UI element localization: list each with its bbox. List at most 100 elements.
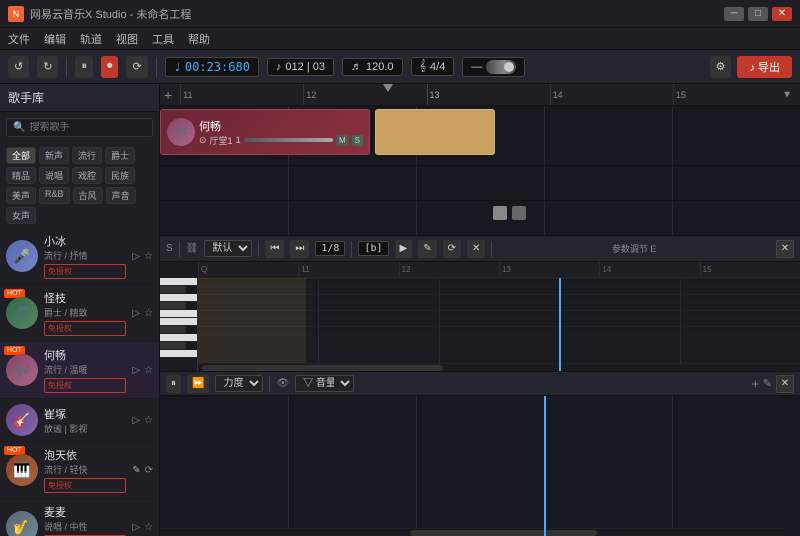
star-icon-4[interactable]: ☆	[144, 415, 153, 426]
filter-pop[interactable]: 流行	[72, 147, 102, 164]
play-icon-2[interactable]: ▷	[132, 308, 140, 319]
menu-edit[interactable]: 编辑	[44, 31, 66, 47]
bottom-close-btn[interactable]: ✕	[776, 375, 794, 393]
search-input[interactable]	[29, 122, 146, 133]
piano-play-button[interactable]: ▶	[395, 240, 413, 258]
filter-quality[interactable]: 精品	[6, 167, 36, 184]
piano-key-10[interactable]	[160, 350, 197, 358]
filter-ancient[interactable]: 古风	[73, 187, 103, 204]
export-button[interactable]: ♪ 导出	[737, 56, 792, 78]
piano-key-2[interactable]	[160, 286, 186, 294]
star-icon-3[interactable]: ☆	[144, 365, 153, 376]
piano-prev-button[interactable]: ⏮	[265, 240, 284, 258]
play-icon[interactable]: ▷	[132, 251, 140, 262]
menu-file[interactable]: 文件	[8, 31, 30, 47]
bottom-content	[160, 396, 800, 536]
filter-classical[interactable]: 美声	[6, 187, 36, 204]
track-badge-s[interactable]: S	[352, 135, 363, 146]
pause-button[interactable]: ⏸	[75, 56, 93, 78]
av-face-4: 🎸	[6, 404, 38, 436]
singer-item-maimai[interactable]: 🎷 麦麦 说唱 / 中性 免授权 ▷ ☆	[0, 499, 159, 536]
piano-btn-2[interactable]: ✎	[418, 240, 436, 258]
settings-button[interactable]: ⚙	[710, 56, 732, 78]
piano-key-8[interactable]	[160, 334, 197, 342]
piano-ruler-12: 11	[298, 262, 398, 277]
piano-key-5[interactable]	[160, 310, 197, 318]
play-icon-3[interactable]: ▷	[132, 365, 140, 376]
filter-folk[interactable]: 民族	[105, 167, 135, 184]
params-label: 参数调节 E	[612, 242, 657, 255]
free-badge-hechang: 免授权	[44, 378, 126, 393]
force-select[interactable]: 力度	[215, 375, 263, 392]
singer-item-xiaobing[interactable]: 🎤 小冰 流行 / 抒情 免授权 ▷ ☆	[0, 228, 159, 285]
channel-slider[interactable]	[244, 138, 333, 142]
piano-key-3[interactable]	[160, 294, 197, 302]
menu-view[interactable]: 视图	[116, 31, 138, 47]
star-icon[interactable]: ☆	[144, 251, 153, 262]
bottom-scroll-thumb[interactable]	[410, 530, 597, 536]
play-icon-5[interactable]: ⟳	[145, 465, 153, 476]
singer-item-guaizhi[interactable]: HOT 🎵 怪枝 爵士 / 精致 免授权 ▷ ☆	[0, 285, 159, 342]
loop-button[interactable]: ⟳	[126, 56, 147, 78]
star-icon-2[interactable]: ☆	[144, 308, 153, 319]
bottom-add-icon[interactable]: +	[752, 377, 759, 391]
note-block-2[interactable]	[512, 206, 526, 220]
star-icon-6[interactable]: ☆	[144, 522, 153, 533]
piano-btn-3[interactable]: ⟳	[443, 240, 461, 258]
minimize-button[interactable]: ─	[724, 7, 744, 21]
close-button[interactable]: ✕	[772, 7, 792, 21]
piano-btn-4[interactable]: ✕	[467, 240, 485, 258]
singer-name-cuizong: 崔塚	[44, 406, 126, 422]
add-track-button[interactable]: +	[164, 87, 172, 103]
toolbar-sep-1	[66, 57, 67, 77]
piano-next-button[interactable]: ⏭	[290, 240, 309, 258]
filter-female[interactable]: 女声	[6, 207, 36, 224]
menu-help[interactable]: 帮助	[188, 31, 210, 47]
singer-avatar-guaizhi: 🎵	[6, 297, 38, 329]
undo-button[interactable]: ↺	[8, 56, 29, 78]
grid-line-f3	[544, 201, 545, 235]
menu-tools[interactable]: 工具	[152, 31, 174, 47]
singer-item-hechang[interactable]: HOT 🎶 何畅 流行 / 温暖 免授权 ▷ ☆	[0, 342, 159, 399]
volume-icon: 👁	[276, 378, 289, 389]
bottom-hscrollbar[interactable]	[160, 528, 784, 536]
filter-tags: 全部 新声 流行 爵士 精品 说唱 戏腔 民族 美声 R&B 古风 声音 女声	[0, 143, 159, 228]
bottom-pencil-icon[interactable]: ✎	[763, 377, 772, 390]
track-badge-m[interactable]: M	[336, 135, 349, 146]
menu-track[interactable]: 轨道	[80, 31, 102, 47]
bottom-forward-btn[interactable]: ⏩	[187, 375, 209, 393]
filter-opera[interactable]: 戏腔	[72, 167, 102, 184]
filter-all[interactable]: 全部	[6, 147, 36, 164]
piano-scroll-thumb[interactable]	[202, 365, 443, 371]
edit-icon[interactable]: ✎	[132, 465, 140, 476]
piano-close-button[interactable]: ✕	[776, 240, 794, 258]
filter-rnb[interactable]: R&B	[39, 187, 70, 204]
piano-hscrollbar[interactable]	[198, 363, 800, 371]
piano-key-6[interactable]	[160, 318, 197, 326]
quantize-s-label: S	[166, 243, 173, 254]
filter-voice[interactable]: 声音	[106, 187, 136, 204]
maximize-button[interactable]: □	[748, 7, 768, 21]
piano-key-7[interactable]	[160, 326, 186, 334]
quantize-select[interactable]: 默认 1/4 1/8 1/16	[204, 240, 252, 257]
play-icon-4[interactable]: ▷	[132, 415, 140, 426]
search-icon: 🔍	[13, 122, 25, 133]
singer-item-paotianyi[interactable]: HOT 🎹 泡天依 流行 / 轻快 免授权 ✎ ⟳	[0, 442, 159, 499]
singer-track-block[interactable]: 🎶 何畅 ⊙ 厅堂1 1 M S	[160, 109, 370, 155]
play-icon-6[interactable]: ▷	[132, 522, 140, 533]
bottom-play-btn[interactable]: ⏸	[166, 375, 181, 393]
zoom-knob[interactable]	[486, 60, 516, 74]
filter-rap[interactable]: 说唱	[39, 167, 69, 184]
track-row-empty-2	[160, 201, 800, 236]
record-button[interactable]: ⏺	[101, 56, 119, 78]
filter-jazz[interactable]: 爵士	[105, 147, 135, 164]
piano-key-4[interactable]	[160, 302, 186, 310]
piano-key-1[interactable]	[160, 278, 197, 286]
redo-button[interactable]: ↻	[37, 56, 58, 78]
filter-new[interactable]: 新声	[39, 147, 69, 164]
singer-item-cuizong[interactable]: 🎸 崔塚 放谧 | 影视 ▷ ☆	[0, 399, 159, 442]
piano-key-9[interactable]	[160, 342, 186, 350]
volume-select[interactable]: ▽ 音量	[295, 375, 354, 392]
note-block-1[interactable]	[493, 206, 507, 220]
track-clip-block[interactable]	[375, 109, 495, 155]
